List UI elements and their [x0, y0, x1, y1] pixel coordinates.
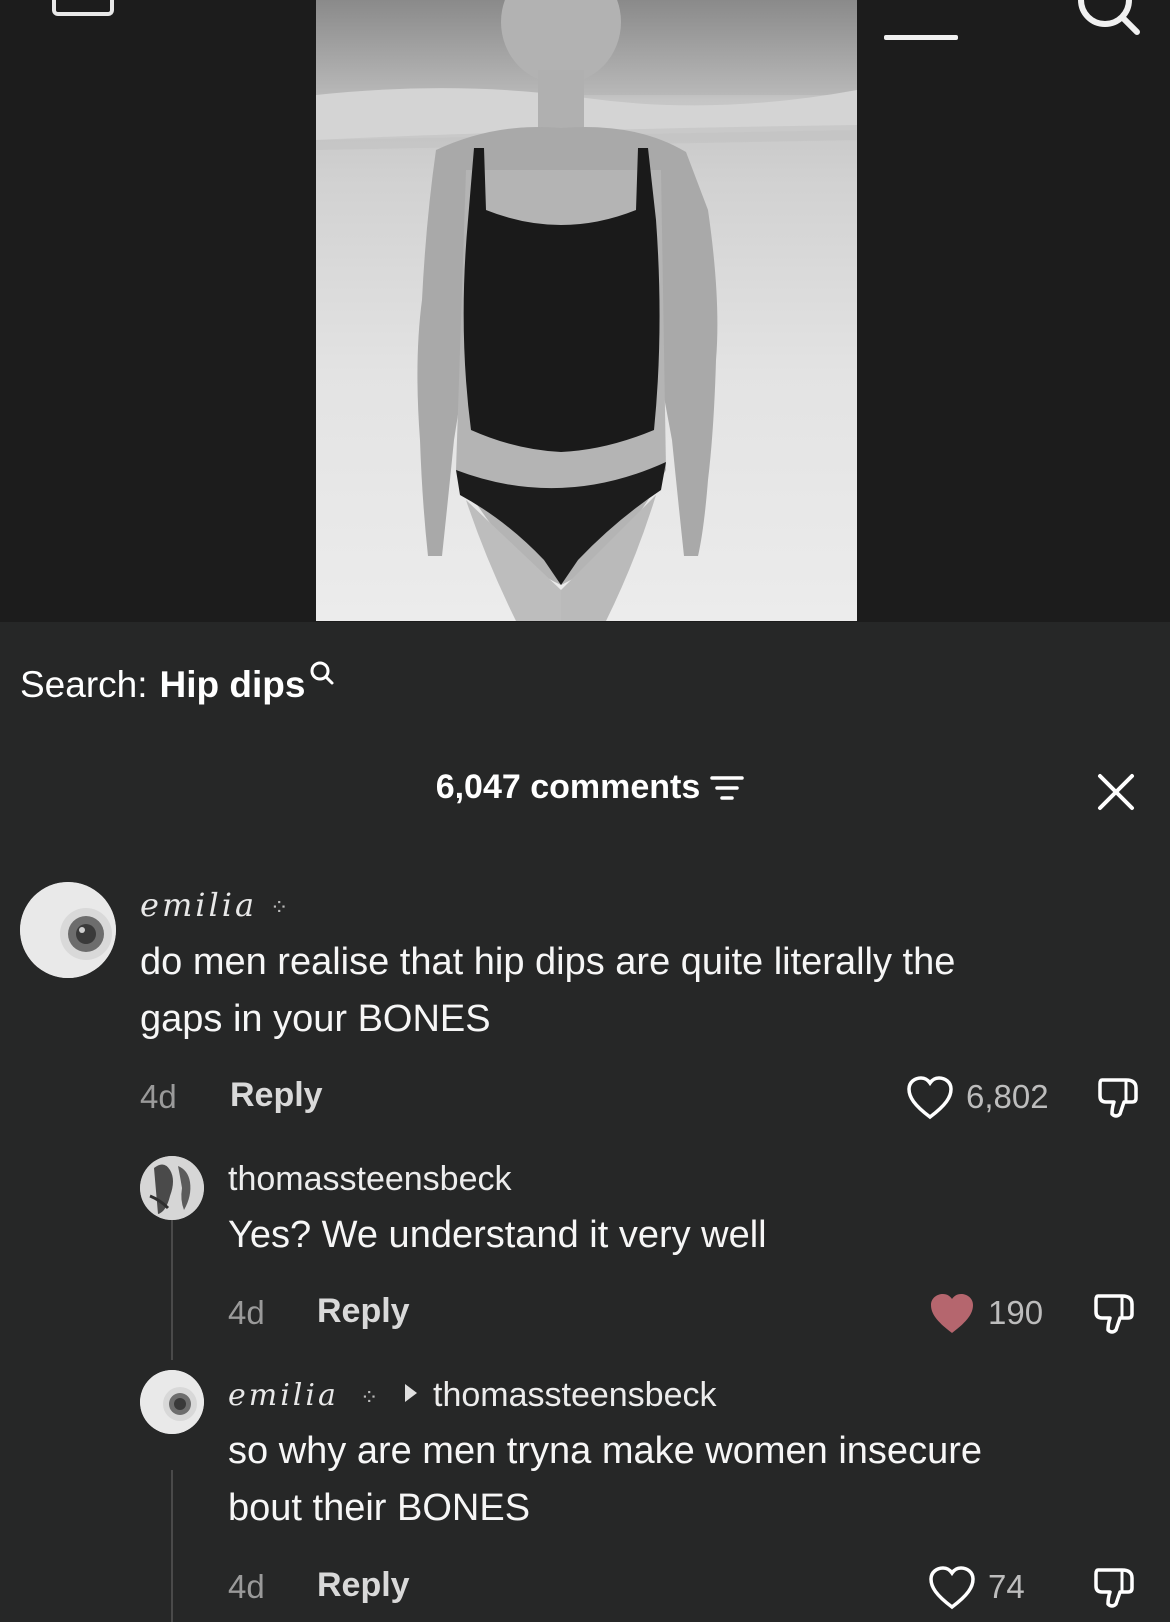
inbox-icon[interactable]: [52, 0, 114, 16]
reply-username[interactable]: emilia: [228, 1378, 339, 1413]
like-count: 74: [988, 1568, 1025, 1605]
dislike-icon[interactable]: [1096, 1074, 1142, 1120]
sparkle-emoji: ⁘: [270, 895, 289, 920]
comments-header: 6,047 comments: [0, 768, 1170, 807]
avatar[interactable]: [20, 882, 116, 978]
comment-username[interactable]: emilia: [140, 886, 257, 924]
comment-text-line: gaps in your BONES: [140, 998, 491, 1040]
reply-age: 4d: [228, 1568, 265, 1605]
reply-arrow-icon: [405, 1384, 417, 1402]
reply-username[interactable]: thomassteensbeck: [228, 1160, 512, 1199]
liked-heart-icon[interactable]: [928, 1292, 976, 1336]
heart-icon[interactable]: [928, 1566, 976, 1610]
search-label: Search:: [20, 664, 148, 705]
like-count: 6,802: [966, 1078, 1049, 1115]
thread-line: [171, 1220, 173, 1360]
avatar[interactable]: [140, 1156, 204, 1220]
video-thumbnail[interactable]: [316, 0, 857, 621]
comments-count: 6,047 comments: [435, 768, 701, 806]
reply-button[interactable]: Reply: [230, 1076, 323, 1115]
reply-button[interactable]: Reply: [317, 1292, 410, 1331]
sparkle-emoji: ⁘: [360, 1385, 379, 1410]
reply-button[interactable]: Reply: [317, 1566, 410, 1605]
search-query: Hip dips: [159, 664, 306, 705]
like-count: 190: [988, 1294, 1044, 1331]
tab-indicator: [884, 35, 958, 40]
search-icon: [310, 661, 334, 685]
close-icon[interactable]: [1096, 772, 1136, 812]
reply-text: Yes? We understand it very well: [228, 1214, 767, 1256]
reply-to-username[interactable]: thomassteensbeck: [433, 1376, 717, 1415]
reply-text-line: so why are men tryna make women insecure: [228, 1430, 982, 1472]
sort-filter-icon[interactable]: [710, 774, 745, 802]
dislike-icon[interactable]: [1092, 1290, 1138, 1336]
reply-text-line: bout their BONES: [228, 1487, 531, 1529]
heart-icon[interactable]: [906, 1076, 954, 1120]
comment-text-line: do men realise that hip dips are quite l…: [140, 941, 956, 983]
thread-line: [171, 1470, 173, 1622]
avatar[interactable]: [140, 1370, 204, 1434]
dislike-icon[interactable]: [1092, 1564, 1138, 1610]
reply-age: 4d: [228, 1294, 265, 1331]
search-icon[interactable]: [1075, 0, 1145, 40]
comment-age: 4d: [140, 1078, 177, 1115]
search-suggestion[interactable]: Search: Hip dips: [20, 661, 335, 706]
